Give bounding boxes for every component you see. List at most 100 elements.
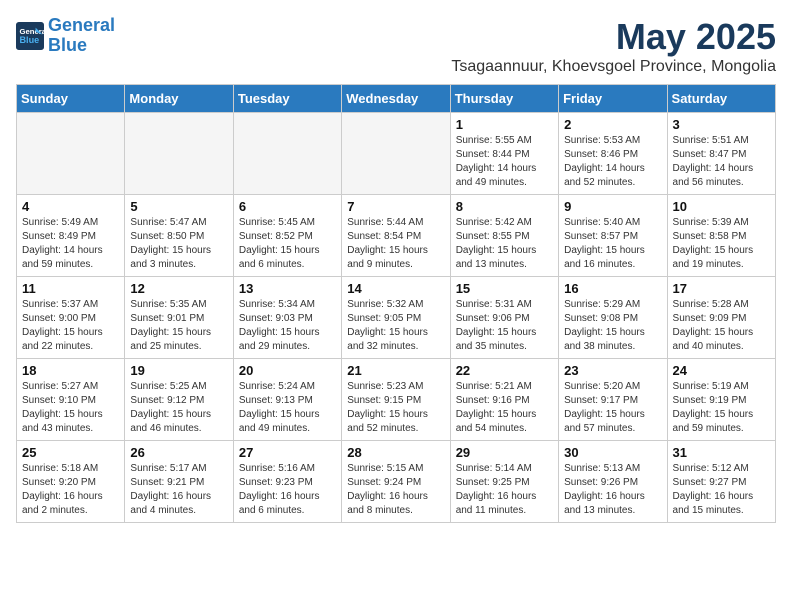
calendar-day <box>125 113 233 195</box>
day-number: 14 <box>347 281 444 296</box>
day-number: 9 <box>564 199 661 214</box>
svg-text:Blue: Blue <box>20 35 40 45</box>
day-number: 21 <box>347 363 444 378</box>
day-detail: Sunrise: 5:42 AMSunset: 8:55 PMDaylight:… <box>456 216 553 272</box>
day-detail: Sunrise: 5:18 AMSunset: 9:20 PMDaylight:… <box>22 462 119 518</box>
day-number: 18 <box>22 363 119 378</box>
day-number: 13 <box>239 281 336 296</box>
day-number: 26 <box>130 445 227 460</box>
weekday-header-monday: Monday <box>125 85 233 113</box>
day-detail: Sunrise: 5:55 AMSunset: 8:44 PMDaylight:… <box>456 134 553 190</box>
day-detail: Sunrise: 5:27 AMSunset: 9:10 PMDaylight:… <box>22 380 119 436</box>
day-number: 8 <box>456 199 553 214</box>
day-detail: Sunrise: 5:15 AMSunset: 9:24 PMDaylight:… <box>347 462 444 518</box>
day-detail: Sunrise: 5:51 AMSunset: 8:47 PMDaylight:… <box>673 134 770 190</box>
day-detail: Sunrise: 5:31 AMSunset: 9:06 PMDaylight:… <box>456 298 553 354</box>
logo: General Blue GeneralBlue <box>16 16 115 56</box>
calendar-week-5: 25 Sunrise: 5:18 AMSunset: 9:20 PMDayligh… <box>17 441 776 523</box>
day-detail: Sunrise: 5:24 AMSunset: 9:13 PMDaylight:… <box>239 380 336 436</box>
day-number: 31 <box>673 445 770 460</box>
calendar-day: 3 Sunrise: 5:51 AMSunset: 8:47 PMDaylight… <box>667 113 775 195</box>
day-number: 23 <box>564 363 661 378</box>
day-detail: Sunrise: 5:21 AMSunset: 9:16 PMDaylight:… <box>456 380 553 436</box>
logo-text: GeneralBlue <box>48 16 115 56</box>
calendar-day: 22 Sunrise: 5:21 AMSunset: 9:16 PMDayligh… <box>450 359 558 441</box>
day-number: 20 <box>239 363 336 378</box>
page-header: General Blue GeneralBlue May 2025 Tsagaa… <box>16 16 776 76</box>
day-number: 24 <box>673 363 770 378</box>
calendar-table: SundayMondayTuesdayWednesdayThursdayFrid… <box>16 84 776 523</box>
day-detail: Sunrise: 5:12 AMSunset: 9:27 PMDaylight:… <box>673 462 770 518</box>
calendar-week-1: 1Sunrise: 5:55 AMSunset: 8:44 PMDaylight… <box>17 113 776 195</box>
calendar-day: 29Sunrise: 5:14 AMSunset: 9:25 PMDayligh… <box>450 441 558 523</box>
calendar-day: 23 Sunrise: 5:20 AMSunset: 9:17 PMDayligh… <box>559 359 667 441</box>
calendar-day: 6Sunrise: 5:45 AMSunset: 8:52 PMDaylight… <box>233 195 341 277</box>
day-detail: Sunrise: 5:29 AMSunset: 9:08 PMDaylight:… <box>564 298 661 354</box>
weekday-header-thursday: Thursday <box>450 85 558 113</box>
day-number: 10 <box>673 199 770 214</box>
calendar-week-3: 11Sunrise: 5:37 AMSunset: 9:00 PMDayligh… <box>17 277 776 359</box>
calendar-day: 14 Sunrise: 5:32 AMSunset: 9:05 PMDayligh… <box>342 277 450 359</box>
calendar-day: 17Sunrise: 5:28 AMSunset: 9:09 PMDayligh… <box>667 277 775 359</box>
day-number: 25 <box>22 445 119 460</box>
calendar-day: 12 Sunrise: 5:35 AMSunset: 9:01 PMDayligh… <box>125 277 233 359</box>
calendar-day: 13 Sunrise: 5:34 AMSunset: 9:03 PMDayligh… <box>233 277 341 359</box>
month-title: May 2025 <box>451 16 776 58</box>
calendar-day: 30 Sunrise: 5:13 AMSunset: 9:26 PMDayligh… <box>559 441 667 523</box>
day-detail: Sunrise: 5:25 AMSunset: 9:12 PMDaylight:… <box>130 380 227 436</box>
calendar-week-2: 4Sunrise: 5:49 AMSunset: 8:49 PMDaylight… <box>17 195 776 277</box>
calendar-week-4: 18 Sunrise: 5:27 AMSunset: 9:10 PMDayligh… <box>17 359 776 441</box>
day-detail: Sunrise: 5:19 AMSunset: 9:19 PMDaylight:… <box>673 380 770 436</box>
day-detail: Sunrise: 5:14 AMSunset: 9:25 PMDaylight:… <box>456 462 553 518</box>
day-detail: Sunrise: 5:32 AMSunset: 9:05 PMDaylight:… <box>347 298 444 354</box>
day-detail: Sunrise: 5:53 AMSunset: 8:46 PMDaylight:… <box>564 134 661 190</box>
calendar-day: 25 Sunrise: 5:18 AMSunset: 9:20 PMDayligh… <box>17 441 125 523</box>
calendar-day: 27 Sunrise: 5:16 AMSunset: 9:23 PMDayligh… <box>233 441 341 523</box>
day-detail: Sunrise: 5:13 AMSunset: 9:26 PMDaylight:… <box>564 462 661 518</box>
day-detail: Sunrise: 5:47 AMSunset: 8:50 PMDaylight:… <box>130 216 227 272</box>
calendar-day: 1Sunrise: 5:55 AMSunset: 8:44 PMDaylight… <box>450 113 558 195</box>
day-number: 5 <box>130 199 227 214</box>
day-number: 3 <box>673 117 770 132</box>
weekday-header-saturday: Saturday <box>667 85 775 113</box>
day-detail: Sunrise: 5:34 AMSunset: 9:03 PMDaylight:… <box>239 298 336 354</box>
day-detail: Sunrise: 5:49 AMSunset: 8:49 PMDaylight:… <box>22 216 119 272</box>
day-detail: Sunrise: 5:39 AMSunset: 8:58 PMDaylight:… <box>673 216 770 272</box>
calendar-day <box>17 113 125 195</box>
location-subtitle: Tsagaannuur, Khoevsgoel Province, Mongol… <box>451 58 776 76</box>
day-number: 30 <box>564 445 661 460</box>
day-number: 27 <box>239 445 336 460</box>
day-number: 7 <box>347 199 444 214</box>
logo-icon: General Blue <box>16 22 44 50</box>
day-detail: Sunrise: 5:23 AMSunset: 9:15 PMDaylight:… <box>347 380 444 436</box>
weekday-header-row: SundayMondayTuesdayWednesdayThursdayFrid… <box>17 85 776 113</box>
day-detail: Sunrise: 5:40 AMSunset: 8:57 PMDaylight:… <box>564 216 661 272</box>
day-number: 6 <box>239 199 336 214</box>
calendar-day: 5 Sunrise: 5:47 AMSunset: 8:50 PMDaylight… <box>125 195 233 277</box>
day-number: 12 <box>130 281 227 296</box>
day-number: 16 <box>564 281 661 296</box>
calendar-day <box>233 113 341 195</box>
calendar-day: 10 Sunrise: 5:39 AMSunset: 8:58 PMDayligh… <box>667 195 775 277</box>
calendar-day: 7 Sunrise: 5:44 AMSunset: 8:54 PMDaylight… <box>342 195 450 277</box>
calendar-day: 4Sunrise: 5:49 AMSunset: 8:49 PMDaylight… <box>17 195 125 277</box>
day-number: 15 <box>456 281 553 296</box>
calendar-day: 9 Sunrise: 5:40 AMSunset: 8:57 PMDaylight… <box>559 195 667 277</box>
weekday-header-tuesday: Tuesday <box>233 85 341 113</box>
calendar-day: 21 Sunrise: 5:23 AMSunset: 9:15 PMDayligh… <box>342 359 450 441</box>
day-detail: Sunrise: 5:35 AMSunset: 9:01 PMDaylight:… <box>130 298 227 354</box>
day-detail: Sunrise: 5:44 AMSunset: 8:54 PMDaylight:… <box>347 216 444 272</box>
calendar-day: 20 Sunrise: 5:24 AMSunset: 9:13 PMDayligh… <box>233 359 341 441</box>
weekday-header-friday: Friday <box>559 85 667 113</box>
day-number: 17 <box>673 281 770 296</box>
day-number: 2 <box>564 117 661 132</box>
calendar-day: 8 Sunrise: 5:42 AMSunset: 8:55 PMDaylight… <box>450 195 558 277</box>
day-detail: Sunrise: 5:16 AMSunset: 9:23 PMDaylight:… <box>239 462 336 518</box>
weekday-header-sunday: Sunday <box>17 85 125 113</box>
day-detail: Sunrise: 5:20 AMSunset: 9:17 PMDaylight:… <box>564 380 661 436</box>
calendar-day: 16 Sunrise: 5:29 AMSunset: 9:08 PMDayligh… <box>559 277 667 359</box>
day-number: 19 <box>130 363 227 378</box>
calendar-day: 19 Sunrise: 5:25 AMSunset: 9:12 PMDayligh… <box>125 359 233 441</box>
calendar-day: 2 Sunrise: 5:53 AMSunset: 8:46 PMDaylight… <box>559 113 667 195</box>
day-number: 22 <box>456 363 553 378</box>
